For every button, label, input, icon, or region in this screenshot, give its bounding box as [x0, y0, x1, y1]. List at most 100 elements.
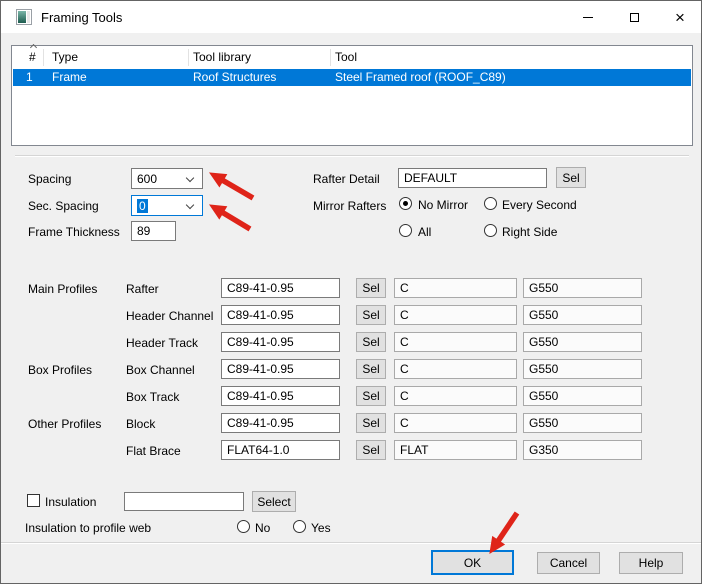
insulation-checkbox[interactable]: [27, 494, 40, 507]
profile-row-header-channel: Header Channel C89-41-0.95 Sel C G550: [1, 305, 702, 325]
title-bar: Framing Tools ×: [1, 1, 701, 33]
insulation-field[interactable]: [124, 492, 244, 511]
spacing-dropdown[interactable]: 600: [131, 168, 203, 189]
app-icon: [16, 9, 32, 25]
row-tool: Steel Framed roof (ROOF_C89): [335, 70, 506, 85]
maximize-icon: [630, 13, 639, 22]
profile-value: C89-41-0.95: [227, 281, 294, 295]
profile-grade: G550: [529, 416, 558, 430]
sec-spacing-dropdown[interactable]: 0: [131, 195, 203, 216]
profile-sel-button[interactable]: Sel: [356, 386, 386, 406]
minimize-button[interactable]: [565, 1, 611, 33]
profile-type: C: [400, 389, 409, 403]
profile-row-header-track: Header Track C89-41-0.95 Sel C G550: [1, 332, 702, 352]
profile-grade: G550: [529, 362, 558, 376]
radio-web-no[interactable]: [237, 520, 250, 533]
minimize-icon: [583, 17, 593, 18]
chevron-down-icon: [186, 201, 194, 209]
profile-grade-field: G550: [523, 332, 642, 352]
profile-grade: G350: [529, 443, 558, 457]
radio-all[interactable]: [399, 224, 412, 237]
profile-row-rafter: Rafter C89-41-0.95 Sel C G550: [1, 278, 702, 298]
radio-no-mirror[interactable]: [399, 197, 412, 210]
profile-type-field: C: [394, 386, 517, 406]
ok-button[interactable]: OK: [431, 550, 514, 575]
radio-right-side-label: Right Side: [502, 224, 557, 240]
rafter-detail-sel-button[interactable]: Sel: [556, 167, 586, 188]
profile-type-field: C: [394, 278, 517, 298]
profile-grade-field: G550: [523, 413, 642, 433]
profile-type-field: C: [394, 359, 517, 379]
radio-every-second[interactable]: [484, 197, 497, 210]
profile-label: Header Channel: [126, 308, 213, 324]
profile-type-field: C: [394, 413, 517, 433]
spacing-label: Spacing: [28, 171, 71, 187]
profile-sel-button[interactable]: Sel: [356, 359, 386, 379]
profile-grade: G550: [529, 335, 558, 349]
radio-web-yes[interactable]: [293, 520, 306, 533]
profile-value-field[interactable]: FLAT64-1.0: [221, 440, 340, 460]
profile-type-field: C: [394, 305, 517, 325]
rafter-detail-field[interactable]: DEFAULT: [398, 168, 547, 188]
row-library: Roof Structures: [193, 70, 276, 85]
chevron-down-icon: [186, 174, 194, 182]
profile-label: Flat Brace: [126, 443, 181, 459]
spacing-value: 600: [137, 172, 157, 186]
tool-list: # Type Tool library Tool 1 Frame Roof St…: [11, 45, 693, 146]
column-header-tool[interactable]: Tool: [335, 49, 357, 65]
row-type: Frame: [52, 70, 87, 85]
profile-type: FLAT: [400, 443, 428, 457]
profile-sel-button[interactable]: Sel: [356, 332, 386, 352]
profile-value: C89-41-0.95: [227, 335, 294, 349]
framing-tools-dialog: Framing Tools × # Type Tool library Tool…: [0, 0, 702, 584]
sec-spacing-value: 0: [137, 199, 148, 213]
radio-right-side[interactable]: [484, 224, 497, 237]
frame-thickness-label: Frame Thickness: [28, 224, 120, 240]
frame-thickness-value: 89: [137, 224, 150, 238]
app-icon-pane: [18, 11, 26, 23]
column-header-num[interactable]: #: [29, 49, 36, 65]
app-icon-pane: [27, 11, 30, 23]
separator-line: [15, 155, 689, 157]
insulation-select-button[interactable]: Select: [252, 491, 296, 512]
rafter-detail-value: DEFAULT: [404, 171, 457, 185]
profile-value-field[interactable]: C89-41-0.95: [221, 413, 340, 433]
profile-grade-field: G550: [523, 359, 642, 379]
profile-value: C89-41-0.95: [227, 362, 294, 376]
separator-line: [1, 542, 702, 544]
profile-grade-field: G550: [523, 278, 642, 298]
profile-value-field[interactable]: C89-41-0.95: [221, 332, 340, 352]
profile-type: C: [400, 335, 409, 349]
profile-grade-field: G550: [523, 386, 642, 406]
profile-sel-button[interactable]: Sel: [356, 278, 386, 298]
close-icon: ×: [675, 9, 685, 26]
help-button[interactable]: Help: [619, 552, 683, 574]
profile-sel-button[interactable]: Sel: [356, 440, 386, 460]
profile-value: C89-41-0.95: [227, 308, 294, 322]
frame-thickness-field[interactable]: 89: [131, 221, 176, 241]
rafter-detail-label: Rafter Detail: [313, 171, 380, 187]
profile-label: Box Channel: [126, 362, 195, 378]
maximize-button[interactable]: [611, 1, 657, 33]
profile-sel-button[interactable]: Sel: [356, 413, 386, 433]
column-separator: [330, 49, 331, 66]
profile-value-field[interactable]: C89-41-0.95: [221, 359, 340, 379]
profile-value: FLAT64-1.0: [227, 443, 289, 457]
profile-value-field[interactable]: C89-41-0.95: [221, 305, 340, 325]
profile-sel-button[interactable]: Sel: [356, 305, 386, 325]
table-row-selected[interactable]: 1 Frame Roof Structures Steel Framed roo…: [13, 69, 691, 86]
column-header-type[interactable]: Type: [52, 49, 78, 65]
profile-type: C: [400, 308, 409, 322]
column-header-library[interactable]: Tool library: [193, 49, 251, 65]
insulation-label: Insulation: [45, 494, 96, 510]
profile-type: C: [400, 362, 409, 376]
arrow-sec-spacing: [210, 205, 250, 229]
profile-value-field[interactable]: C89-41-0.95: [221, 386, 340, 406]
cancel-button[interactable]: Cancel: [537, 552, 600, 574]
profile-grade: G550: [529, 389, 558, 403]
radio-web-no-label: No: [255, 520, 270, 536]
close-button[interactable]: ×: [657, 1, 702, 33]
profile-value-field[interactable]: C89-41-0.95: [221, 278, 340, 298]
profile-row-box-track: Box Track C89-41-0.95 Sel C G550: [1, 386, 702, 406]
profile-row-flat-brace: Flat Brace FLAT64-1.0 Sel FLAT G350: [1, 440, 702, 460]
